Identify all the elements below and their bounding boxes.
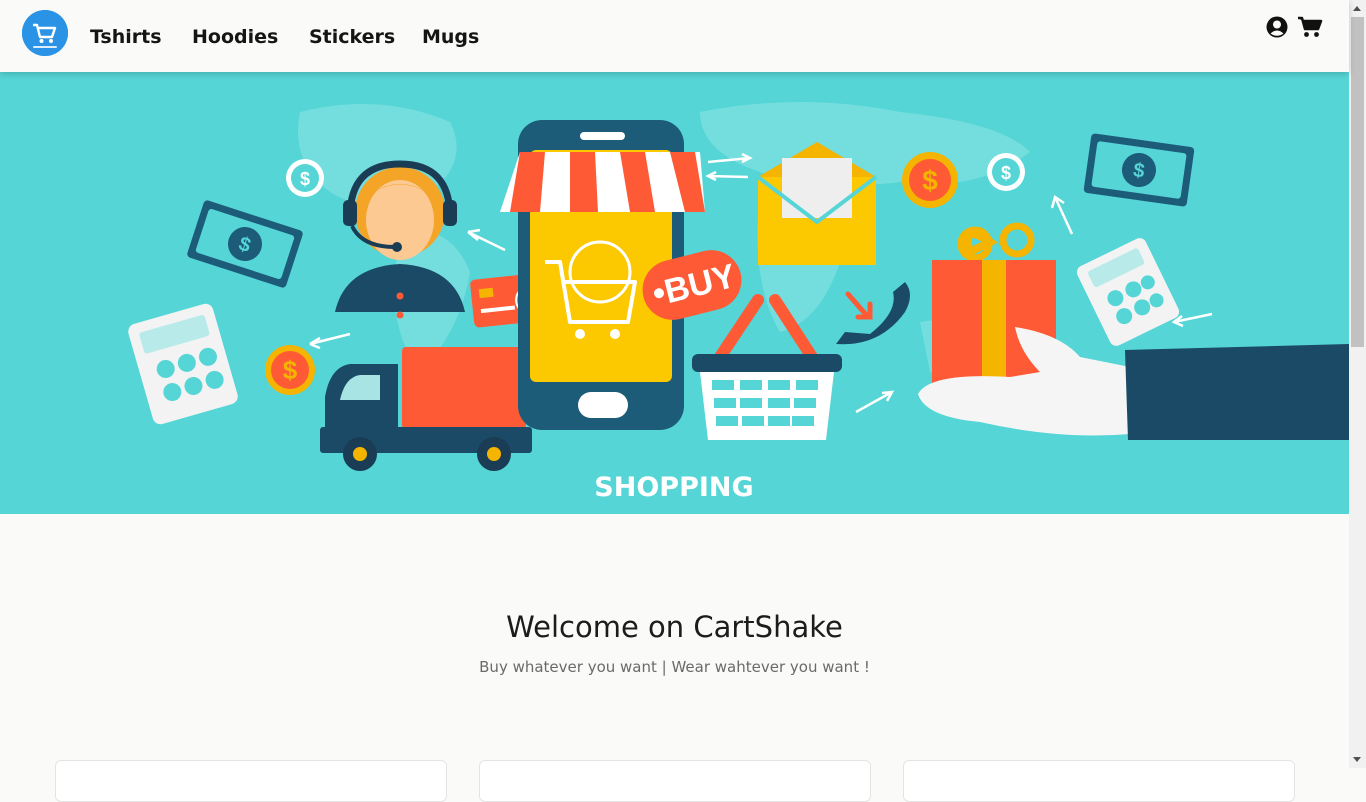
nav-item-stickers[interactable]: Stickers bbox=[309, 25, 395, 49]
logo-cart-icon[interactable] bbox=[22, 10, 68, 56]
product-card[interactable] bbox=[903, 760, 1295, 802]
product-card[interactable] bbox=[479, 760, 871, 802]
product-card[interactable] bbox=[55, 760, 447, 802]
svg-text:$: $ bbox=[1001, 163, 1011, 183]
scroll-down-arrow-icon[interactable] bbox=[1353, 757, 1361, 762]
hero-caption: SHOPPING bbox=[594, 472, 753, 503]
user-circle-icon[interactable] bbox=[1266, 16, 1288, 42]
svg-text:$: $ bbox=[283, 355, 298, 385]
nav-item-mugs[interactable]: Mugs bbox=[422, 25, 479, 49]
svg-text:$: $ bbox=[300, 169, 310, 189]
welcome-title: Welcome on CartShake bbox=[506, 610, 843, 644]
scrollbar[interactable] bbox=[1349, 0, 1366, 768]
nav-item-tshirts[interactable]: Tshirts bbox=[90, 25, 162, 49]
svg-text:$: $ bbox=[922, 165, 938, 196]
navbar: Tshirts Hoodies Stickers Mugs bbox=[0, 0, 1349, 72]
welcome-subtitle: Buy whatever you want | Wear wahtever yo… bbox=[479, 658, 870, 676]
nav-item-hoodies[interactable]: Hoodies bbox=[192, 25, 278, 49]
hero-banner: $ $ $ $ $ $ BUY SHOPPING bbox=[0, 72, 1349, 514]
shopping-basket-illustration bbox=[692, 294, 842, 440]
delivery-truck-illustration bbox=[320, 347, 532, 471]
scrollbar-thumb[interactable] bbox=[1351, 17, 1364, 347]
cash-icon-left: $ bbox=[187, 200, 303, 288]
scroll-up-arrow-icon[interactable] bbox=[1353, 6, 1361, 11]
shopping-illustration: $ $ $ $ $ $ BUY SHOPPING bbox=[128, 102, 1349, 503]
cart-icon[interactable] bbox=[1297, 16, 1323, 42]
